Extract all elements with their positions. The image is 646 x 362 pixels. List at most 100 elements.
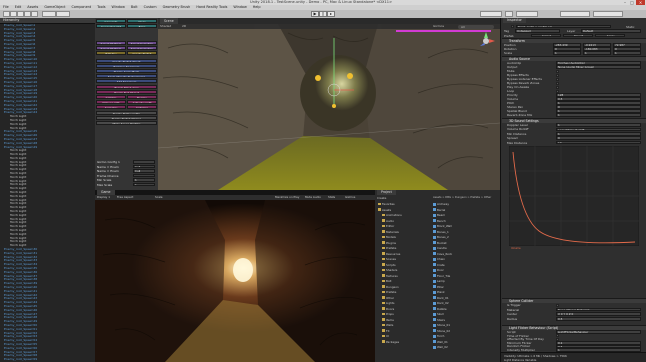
tool-button[interactable]: GenerateLight	[96, 24, 126, 28]
prefab-select-button[interactable]: Select	[531, 33, 561, 38]
tag-label: Tag	[504, 29, 510, 33]
tool-prop-field[interactable]: Cull	[133, 169, 155, 173]
inspector-prop-field[interactable]: 0.5	[556, 317, 641, 321]
scale-y-field[interactable]: 1	[583, 51, 611, 55]
inspector-prop-checkbox[interactable]	[556, 73, 559, 77]
scene-orientation-gizmo[interactable]	[476, 31, 496, 51]
project-file-label: Wall_02	[437, 345, 448, 349]
tool-prop-field[interactable]	[133, 160, 155, 164]
2d-toggle[interactable]: 2D	[182, 24, 186, 29]
tool-button[interactable]: Toggle Mask Area	[96, 85, 157, 89]
tag-dropdown[interactable]: Untagged	[515, 29, 560, 33]
scale-tool-button[interactable]	[24, 11, 31, 17]
inspector-prop-field[interactable]: None (Audio Mixer Group)	[556, 65, 641, 69]
inspector-prop-field[interactable]: 0	[556, 136, 641, 140]
inspector-prop-field[interactable]: X 0 Y 0 Z 0	[556, 312, 641, 316]
collab-button[interactable]	[480, 11, 502, 17]
tool-button[interactable]: Create Prefab Sheet	[96, 59, 157, 63]
inspector-prop-field[interactable]: 10	[556, 140, 641, 145]
tool-button[interactable]: Debug Light	[96, 100, 126, 104]
tool-prop-field[interactable]: 1	[133, 182, 155, 187]
cloud-icon[interactable]	[505, 11, 513, 17]
tool-button[interactable]: Generate	[96, 19, 126, 23]
rolloff-graph[interactable]	[509, 146, 639, 246]
prefab-apply-button[interactable]: Apply	[595, 33, 625, 38]
project-file-label: Block_Wall	[437, 224, 452, 228]
rect-tool-button[interactable]	[31, 11, 38, 17]
tool-button[interactable]: Bake	[127, 24, 157, 28]
scale-x-field[interactable]: 1	[553, 51, 581, 55]
inspector-tab[interactable]: Inspector	[503, 18, 526, 23]
prefab-revert-button[interactable]: Revert	[563, 33, 593, 38]
tool-button[interactable]: Select Selection	[127, 41, 157, 45]
tool-button[interactable]: Select Multiple	[96, 46, 126, 50]
inspector-prop-field[interactable]: 1	[556, 132, 641, 136]
pause-button[interactable]: ∥	[319, 11, 327, 17]
tool-prop-field[interactable]: Cull	[133, 164, 155, 169]
tool-prop-field[interactable]	[133, 173, 155, 178]
play-button[interactable]: ▶	[311, 11, 319, 17]
inspector-prop-checkbox[interactable]	[556, 303, 559, 307]
tool-button[interactable]: Scale Objects To Spawners	[96, 74, 157, 78]
object-active-checkbox[interactable]	[511, 25, 514, 28]
tool-button[interactable]: Select Multiple	[96, 41, 126, 45]
inspector-prop-field[interactable]: None (Physic Material)	[556, 307, 641, 312]
hand-tool-button[interactable]	[3, 11, 10, 17]
static-label[interactable]: Static	[626, 25, 635, 29]
project-folder-label: Materials	[386, 229, 399, 234]
shading-mode-dropdown[interactable]: Shaded	[160, 24, 171, 29]
tool-button[interactable]: Collider	[96, 95, 126, 99]
tool-prop-field[interactable]: 1	[133, 178, 155, 182]
inspector-prop-field[interactable]: 1	[556, 113, 641, 117]
inspector-prop-checkbox[interactable]	[556, 85, 559, 89]
tool-button[interactable]: Toggle Net Object	[96, 90, 157, 94]
tool-button[interactable]: Select Selection	[127, 46, 157, 50]
pivot-toggle[interactable]	[42, 11, 56, 17]
prefab-icon	[433, 202, 436, 206]
step-button[interactable]: ▸	[327, 11, 335, 17]
inspector-prop-checkbox[interactable]	[556, 89, 559, 93]
tool-button[interactable]: Edit Sky	[96, 51, 126, 55]
tool-button[interactable]: Remove Spawners	[96, 64, 157, 68]
tool-button[interactable]: Toggle Anim Mode	[96, 69, 157, 73]
inspector-prop-field[interactable]: Logarithmic Rolloff	[556, 127, 641, 132]
inspector-prop-checkbox[interactable]	[556, 81, 559, 85]
inspector-prop-checkbox[interactable]	[556, 77, 559, 81]
layer-dropdown[interactable]: Default	[581, 29, 641, 33]
inspector-prop-field[interactable]: 1	[556, 123, 641, 127]
inspector-prop-field[interactable]: LightFlickerBehaviour	[556, 330, 641, 334]
prefab-icon	[433, 307, 436, 310]
prefab-icon	[433, 301, 436, 305]
hierarchy-item[interactable]: Enemy_root_Spawn59	[0, 357, 95, 362]
inspector-prop-checkbox[interactable]	[556, 334, 559, 338]
project-file[interactable]: Wall_02	[433, 345, 499, 351]
global-toggle[interactable]	[56, 11, 70, 17]
inspector-prop-checkbox[interactable]	[556, 69, 559, 73]
tool-button[interactable]: Create Prefab	[127, 51, 157, 55]
tool-button[interactable]: Make Scene Prefabs	[96, 121, 157, 125]
project-folder[interactable]: Packages	[376, 340, 431, 346]
project-folder-label: Models	[386, 235, 396, 239]
scale-z-field[interactable]: 1	[613, 51, 641, 55]
tool-button[interactable]: Enemy	[127, 95, 157, 99]
game-view[interactable]: Game Display 1 Free Aspect Scale Maximiz…	[95, 190, 375, 362]
tool-button[interactable]: Toggle Prefab Names	[96, 116, 157, 120]
tool-button[interactable]: Activate Light	[127, 100, 157, 104]
move-tool-button[interactable]	[10, 11, 17, 17]
scene-view[interactable]: Scene Shaded 2D Gizmos All	[158, 18, 500, 190]
object-name-field[interactable]: Torch_Light_a_prefab (1)	[516, 24, 611, 29]
sphere-collider-header[interactable]: Sphere Collider	[502, 298, 646, 303]
tool-button[interactable]: Clear	[127, 19, 157, 23]
gizmos-dropdown[interactable]: Gizmos	[433, 24, 444, 29]
project-create-button[interactable]: Create	[377, 196, 386, 200]
tool-button[interactable]: Colliders	[127, 105, 157, 109]
layout-dropdown[interactable]	[593, 11, 623, 17]
layers-dropdown[interactable]	[560, 11, 590, 17]
account-dropdown[interactable]	[516, 11, 538, 17]
scene-search-field[interactable]: All	[458, 24, 494, 29]
tool-button[interactable]: Animator	[96, 105, 126, 109]
tool-button[interactable]: Toggle Static Lights	[96, 111, 157, 115]
rotate-tool-button[interactable]	[17, 11, 24, 17]
project-tab[interactable]: Project	[377, 190, 396, 195]
tool-button[interactable]: Add Spawners	[96, 79, 157, 83]
